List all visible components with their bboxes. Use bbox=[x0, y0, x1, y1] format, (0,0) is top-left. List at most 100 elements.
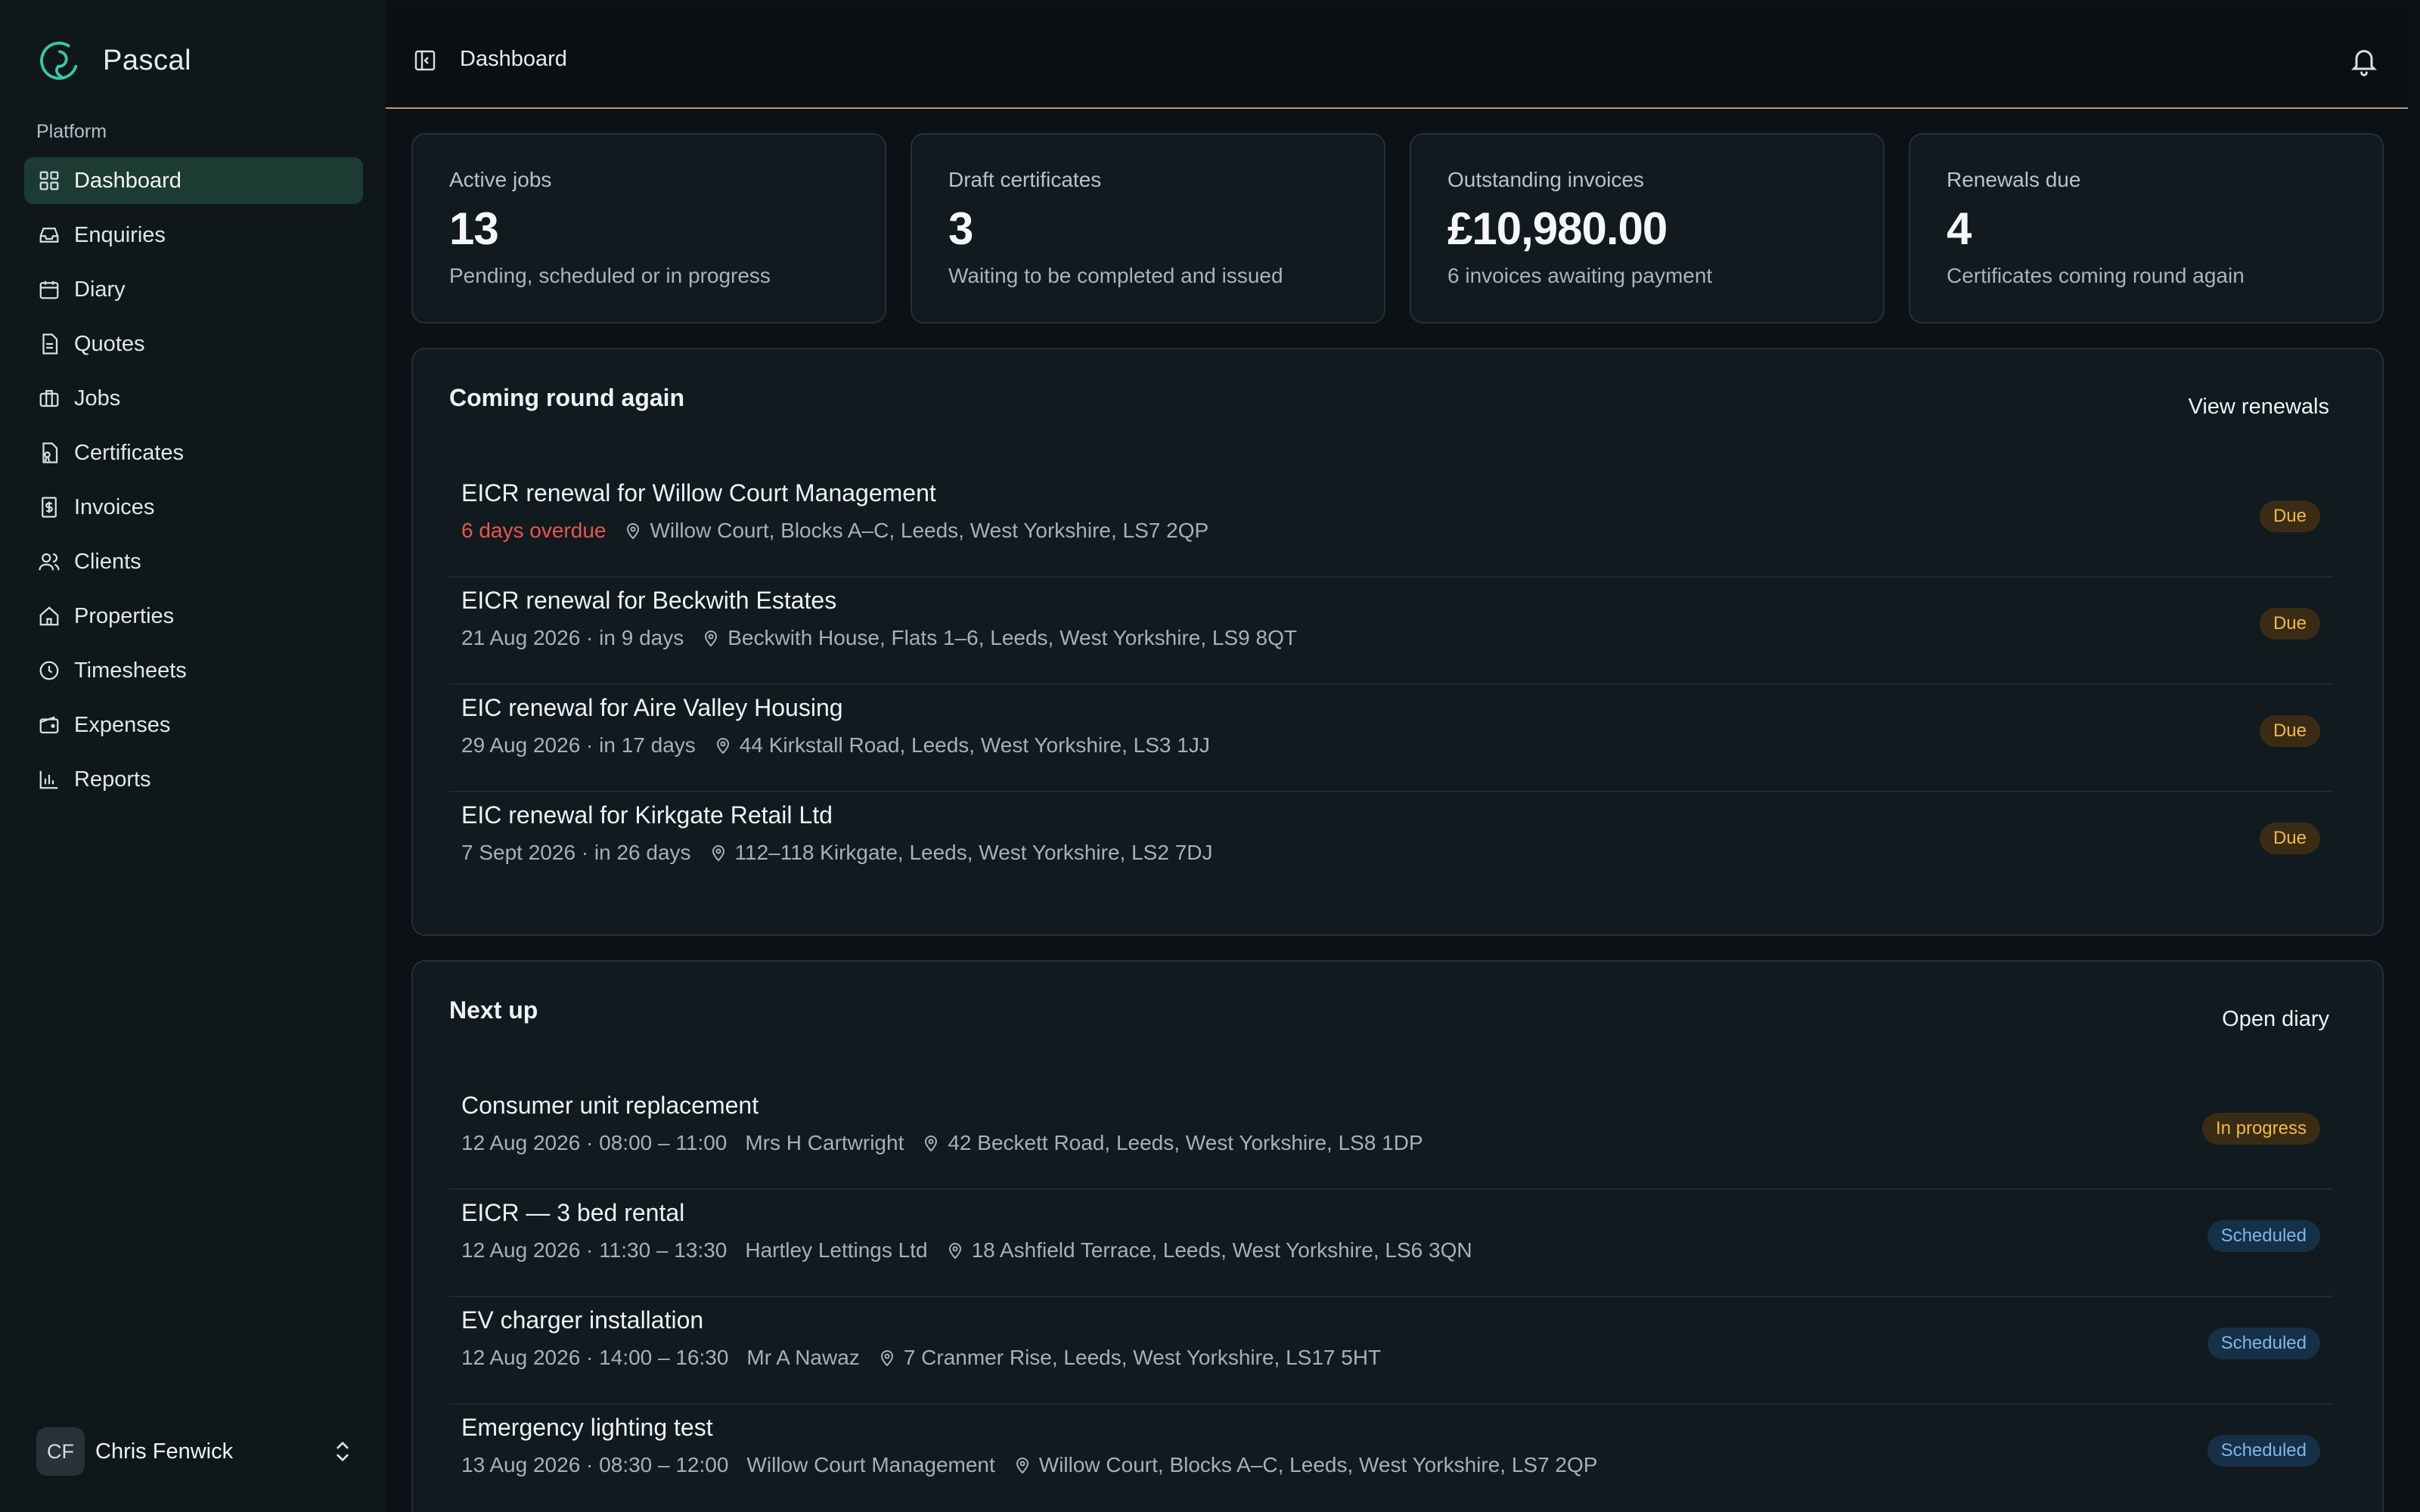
home-icon bbox=[38, 605, 60, 627]
job-title: EICR — 3 bed rental bbox=[461, 1199, 685, 1226]
sidebar-item-enquiries[interactable]: Enquiries bbox=[24, 212, 363, 259]
sidebar-item-label: Diary bbox=[74, 277, 126, 302]
job-row[interactable]: Emergency lighting test 13 Aug 2026 · 08… bbox=[449, 1405, 2332, 1512]
next-up-panel: Next up Open diary Consumer unit replace… bbox=[411, 960, 2384, 1512]
renewal-row[interactable]: EIC renewal for Kirkgate Retail Ltd 7 Se… bbox=[449, 792, 2332, 900]
renewals-panel: Coming round again View renewals EICR re… bbox=[411, 348, 2384, 936]
renewal-meta: 29 Aug 2026 · in 17 days 44 Kirkstall Ro… bbox=[461, 733, 1210, 758]
sidebar-toggle-icon[interactable] bbox=[413, 48, 437, 73]
job-client: Mr A Nawaz bbox=[746, 1346, 860, 1369]
renewal-due-text: 7 Sept 2026 · in 26 days bbox=[461, 841, 691, 864]
stat-label: Draft certificates bbox=[948, 168, 1102, 191]
job-meta: 12 Aug 2026 · 11:30 – 13:30 Hartley Lett… bbox=[461, 1238, 1472, 1263]
open-diary-link[interactable]: Open diary bbox=[2222, 1007, 2329, 1032]
sidebar-item-expenses[interactable]: Expenses bbox=[24, 702, 363, 748]
map-pin-icon bbox=[948, 1243, 961, 1259]
user-name: Chris Fenwick bbox=[95, 1439, 234, 1464]
job-row[interactable]: EICR — 3 bed rental 12 Aug 2026 · 11:30 … bbox=[449, 1190, 2332, 1297]
panel-title: Next up bbox=[449, 996, 538, 1024]
stat-card-draft-certificates[interactable]: Draft certificates 3 Waiting to be compl… bbox=[911, 133, 1385, 324]
job-meta: 12 Aug 2026 · 14:00 – 16:30 Mr A Nawaz 7… bbox=[461, 1346, 1381, 1370]
wallet-icon bbox=[38, 714, 60, 736]
brand-name: Pascal bbox=[103, 44, 192, 76]
renewal-title: EICR renewal for Willow Court Management bbox=[461, 479, 936, 507]
sidebar-item-invoices[interactable]: Invoices bbox=[24, 484, 363, 531]
renewal-meta: 7 Sept 2026 · in 26 days 112–118 Kirkgat… bbox=[461, 841, 1213, 865]
map-pin-icon bbox=[627, 523, 640, 540]
sidebar-nav: Dashboard Enquiries Diary Quotes Jobs Ce… bbox=[24, 157, 363, 810]
renewal-due-text: 21 Aug 2026 · in 9 days bbox=[461, 626, 684, 649]
renewal-address: 44 Kirkstall Road, Leeds, West Yorkshire… bbox=[739, 733, 1210, 757]
sidebar-item-certificates[interactable]: Certificates bbox=[24, 429, 363, 476]
sidebar-item-label: Timesheets bbox=[74, 658, 187, 683]
renewal-row[interactable]: EICR renewal for Willow Court Management… bbox=[449, 470, 2332, 578]
renewal-meta: 6 days overdue Willow Court, Blocks A–C,… bbox=[461, 519, 1208, 543]
status-badge: Due bbox=[2259, 715, 2320, 747]
page-title: Dashboard bbox=[460, 47, 567, 71]
sidebar-item-label: Jobs bbox=[74, 386, 121, 411]
map-pin-icon bbox=[705, 631, 718, 647]
sidebar-item-clients[interactable]: Clients bbox=[24, 538, 363, 585]
sidebar-item-diary[interactable]: Diary bbox=[24, 266, 363, 313]
inbox-icon bbox=[38, 224, 60, 246]
stat-value: 13 bbox=[449, 203, 499, 254]
renewal-due-text: 6 days overdue bbox=[461, 519, 607, 542]
sidebar-item-quotes[interactable]: Quotes bbox=[24, 321, 363, 367]
job-row[interactable]: EV charger installation 12 Aug 2026 · 14… bbox=[449, 1297, 2332, 1405]
map-pin-icon bbox=[925, 1136, 938, 1152]
stat-description: Waiting to be completed and issued bbox=[948, 264, 1283, 287]
sidebar-item-label: Expenses bbox=[74, 712, 171, 737]
stat-value: £10,980.00 bbox=[1447, 203, 1668, 254]
user-menu[interactable]: CF Chris Fenwick bbox=[36, 1427, 354, 1476]
sidebar-item-dashboard[interactable]: Dashboard bbox=[24, 157, 363, 204]
sidebar-item-label: Clients bbox=[74, 549, 141, 574]
chevron-up-down-icon[interactable] bbox=[331, 1436, 354, 1467]
renewal-due-text: 29 Aug 2026 · in 17 days bbox=[461, 733, 696, 757]
panel-title: Coming round again bbox=[449, 384, 685, 411]
sidebar-item-label: Quotes bbox=[74, 331, 145, 356]
status-badge: Scheduled bbox=[2207, 1435, 2320, 1467]
renewals-list: EICR renewal for Willow Court Management… bbox=[449, 470, 2332, 900]
calendar-icon bbox=[38, 278, 60, 301]
job-meta: 13 Aug 2026 · 08:30 – 12:00 Willow Court… bbox=[461, 1453, 1597, 1477]
view-renewals-link[interactable]: View renewals bbox=[2189, 395, 2329, 420]
stat-card-renewals-due[interactable]: Renewals due 4 Certificates coming round… bbox=[1909, 133, 2384, 324]
briefcase-icon bbox=[38, 387, 60, 410]
sidebar-item-label: Reports bbox=[74, 767, 151, 792]
job-address: 7 Cranmer Rise, Leeds, West Yorkshire, L… bbox=[903, 1346, 1382, 1369]
renewal-row[interactable]: EIC renewal for Aire Valley Housing 29 A… bbox=[449, 685, 2332, 792]
job-row[interactable]: Consumer unit replacement 12 Aug 2026 · … bbox=[449, 1083, 2332, 1190]
sidebar-item-jobs[interactable]: Jobs bbox=[24, 375, 363, 422]
renewal-title: EICR renewal for Beckwith Estates bbox=[461, 587, 837, 614]
stat-label: Active jobs bbox=[449, 168, 552, 191]
nav-section-label: Platform bbox=[36, 121, 107, 142]
sidebar-item-label: Dashboard bbox=[74, 168, 182, 193]
sidebar-item-timesheets[interactable]: Timesheets bbox=[24, 647, 363, 694]
map-pin-icon bbox=[716, 738, 729, 754]
sidebar-item-label: Certificates bbox=[74, 440, 185, 465]
renewal-title: EIC renewal for Kirkgate Retail Ltd bbox=[461, 801, 833, 829]
sidebar-item-label: Invoices bbox=[74, 494, 155, 519]
renewal-meta: 21 Aug 2026 · in 9 days Beckwith House, … bbox=[461, 626, 1297, 650]
users-icon bbox=[38, 550, 60, 573]
job-time: 12 Aug 2026 · 14:00 – 16:30 bbox=[461, 1346, 729, 1369]
stat-description: 6 invoices awaiting payment bbox=[1447, 264, 1713, 287]
sidebar-item-label: Enquiries bbox=[74, 222, 166, 247]
sidebar-item-properties[interactable]: Properties bbox=[24, 593, 363, 640]
dashboard-icon bbox=[38, 169, 60, 192]
stat-card-outstanding-invoices[interactable]: Outstanding invoices £10,980.00 6 invoic… bbox=[1410, 133, 1885, 324]
brand[interactable]: Pascal bbox=[36, 36, 191, 85]
stat-description: Certificates coming round again bbox=[1947, 264, 2245, 287]
sidebar-item-reports[interactable]: Reports bbox=[24, 756, 363, 803]
renewal-row[interactable]: EICR renewal for Beckwith Estates 21 Aug… bbox=[449, 578, 2332, 685]
sidebar-item-label: Properties bbox=[74, 603, 175, 628]
job-time: 12 Aug 2026 · 08:00 – 11:00 bbox=[461, 1131, 728, 1154]
stat-label: Renewals due bbox=[1947, 168, 2081, 191]
renewal-title: EIC renewal for Aire Valley Housing bbox=[461, 694, 843, 721]
stat-card-active-jobs[interactable]: Active jobs 13 Pending, scheduled or in … bbox=[411, 133, 886, 324]
bell-icon[interactable] bbox=[2349, 45, 2379, 77]
clock-icon bbox=[38, 659, 60, 682]
certificate-icon bbox=[38, 442, 60, 464]
status-badge: Due bbox=[2259, 823, 2320, 854]
stat-description: Pending, scheduled or in progress bbox=[449, 264, 771, 287]
